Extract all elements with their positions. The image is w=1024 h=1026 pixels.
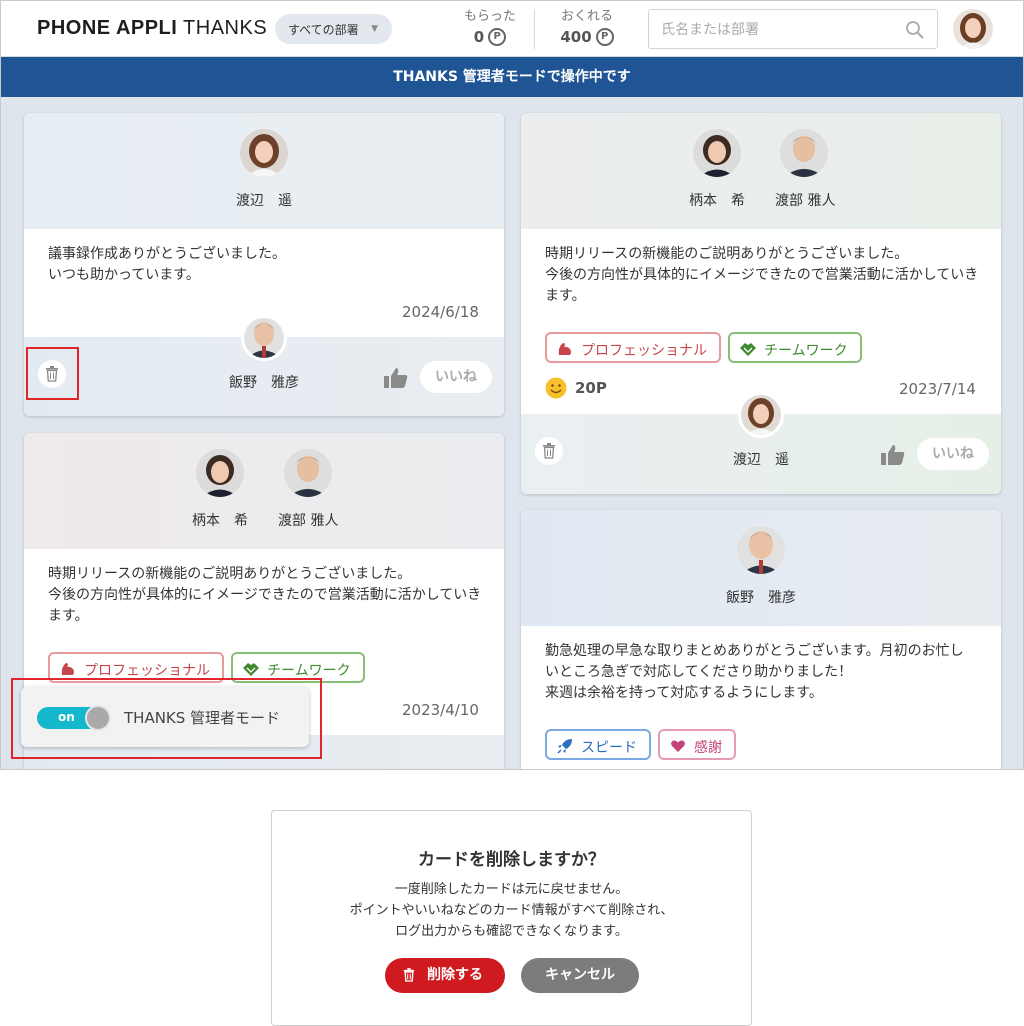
dialog-title: カードを削除しますか？ — [418, 850, 605, 870]
giveable-points-value: 400 — [560, 28, 592, 46]
card-message: 時期リリースの新機能のご説明ありがとうございました。 今後の方向性が具体的にイメ… — [545, 246, 979, 304]
like-button[interactable]: いいね — [917, 438, 989, 470]
muscle-arm-icon — [61, 663, 74, 675]
tag-speed: スピード — [545, 729, 651, 760]
department-select-value: すべての部署 — [288, 23, 359, 37]
point-icon: P — [595, 28, 614, 46]
card-message: 議事録作成ありがとうございました。 いつも助かっています。 — [48, 246, 286, 283]
search-icon[interactable] — [905, 20, 925, 40]
app-window: PHONE APPLI THANKS すべての部署 ▼ もらった 0P おくれる… — [0, 0, 1024, 770]
tag-teamwork: チームワーク — [728, 332, 862, 363]
stat-divider — [534, 9, 535, 49]
thumbs-up-icon[interactable] — [881, 444, 905, 466]
rocket-icon — [557, 739, 572, 754]
like-button[interactable]: いいね — [420, 361, 492, 393]
dialog-body: 一度削除したカードは元に戻せません。 ポイントやいいねなどのカード情報がすべて削… — [349, 882, 674, 939]
recipient-avatar[interactable] — [196, 449, 244, 497]
recipient-name: 飯野 雅彦 — [726, 590, 796, 606]
sender-avatar[interactable] — [241, 315, 287, 361]
trash-icon — [403, 968, 415, 982]
sender-avatar[interactable] — [738, 392, 784, 438]
admin-mode-banner: THANKS 管理者モードで操作中です — [1, 57, 1023, 97]
card-date: 2023/4/10 — [402, 701, 479, 719]
thanks-card[interactable]: 柄本 希 渡部 雅人 時期リリースの新機能のご説明ありがとうございました。 今後… — [521, 113, 1001, 494]
thumbs-up-icon[interactable] — [384, 367, 408, 389]
recipient-avatar[interactable] — [284, 449, 332, 497]
delete-confirm-dialog: カードを削除しますか？ 一度削除したカードは元に戻せません。 ポイントやいいねな… — [271, 810, 752, 1026]
giveable-points-label: おくれる — [560, 9, 613, 24]
received-points-value: 0 — [473, 28, 485, 46]
delete-card-button[interactable] — [535, 437, 563, 465]
card-recipients-area — [24, 433, 504, 549]
recipient-name: 柄本 希 — [689, 193, 745, 209]
recipient-name: 柄本 希 — [192, 513, 248, 529]
card-message: 時期リリースの新機能のご説明ありがとうございました。 今後の方向性が具体的にイメ… — [48, 566, 482, 624]
recipient-avatar[interactable] — [693, 129, 741, 177]
card-message: 勤急処理の早急な取りまとめありがとうございます。月初のお忙し いところ急ぎで対応… — [545, 643, 964, 701]
thanks-card[interactable]: 飯野 雅彦 勤急処理の早急な取りまとめありがとうございます。月初のお忙し いとこ… — [521, 510, 1001, 769]
trash-icon — [543, 443, 555, 459]
card-points: 20P — [545, 377, 607, 399]
search-box — [648, 9, 938, 49]
recipient-avatar[interactable] — [240, 129, 288, 177]
confirm-delete-button[interactable]: 削除する — [385, 958, 505, 993]
card-date: 2024/6/18 — [402, 303, 479, 321]
received-points: もらった 0P — [450, 5, 530, 46]
sender-name: 渡辺 遥 — [733, 452, 789, 468]
thanks-card[interactable]: 渡辺 遥 議事録作成ありがとうございました。 いつも助かっています。 2024/… — [24, 113, 504, 416]
toggle-highlight — [11, 678, 322, 759]
sender-name: 飯野 雅彦 — [229, 375, 299, 391]
card-recipients-area — [521, 113, 1001, 229]
received-points-label: もらった — [463, 9, 516, 24]
giveable-points: おくれる 400 P — [547, 5, 627, 46]
handshake-icon — [243, 663, 259, 676]
recipient-name: 渡部 雅人 — [278, 513, 339, 529]
tag-gratitude: 感謝 — [658, 729, 736, 760]
user-avatar[interactable] — [953, 9, 993, 49]
search-input[interactable] — [661, 19, 891, 41]
recipient-name: 渡部 雅人 — [775, 193, 836, 209]
cancel-button[interactable]: キャンセル — [521, 958, 639, 993]
app-logo[interactable]: PHONE APPLI THANKS — [37, 17, 267, 40]
muscle-arm-icon — [558, 343, 571, 355]
chevron-down-icon: ▼ — [371, 24, 378, 34]
heart-icon — [671, 740, 685, 752]
delete-button-highlight — [26, 347, 79, 400]
handshake-icon — [740, 343, 756, 356]
department-select[interactable]: すべての部署 ▼ — [275, 14, 392, 44]
recipient-avatar[interactable] — [737, 526, 785, 574]
smile-icon — [545, 377, 567, 399]
top-header: PHONE APPLI THANKS すべての部署 ▼ もらった 0P おくれる… — [1, 1, 1023, 57]
point-icon: P — [488, 28, 507, 46]
recipient-name: 渡辺 遥 — [236, 193, 292, 209]
recipient-avatar[interactable] — [780, 129, 828, 177]
tag-professional: プロフェッショナル — [545, 332, 721, 363]
card-date: 2023/7/14 — [899, 380, 976, 398]
